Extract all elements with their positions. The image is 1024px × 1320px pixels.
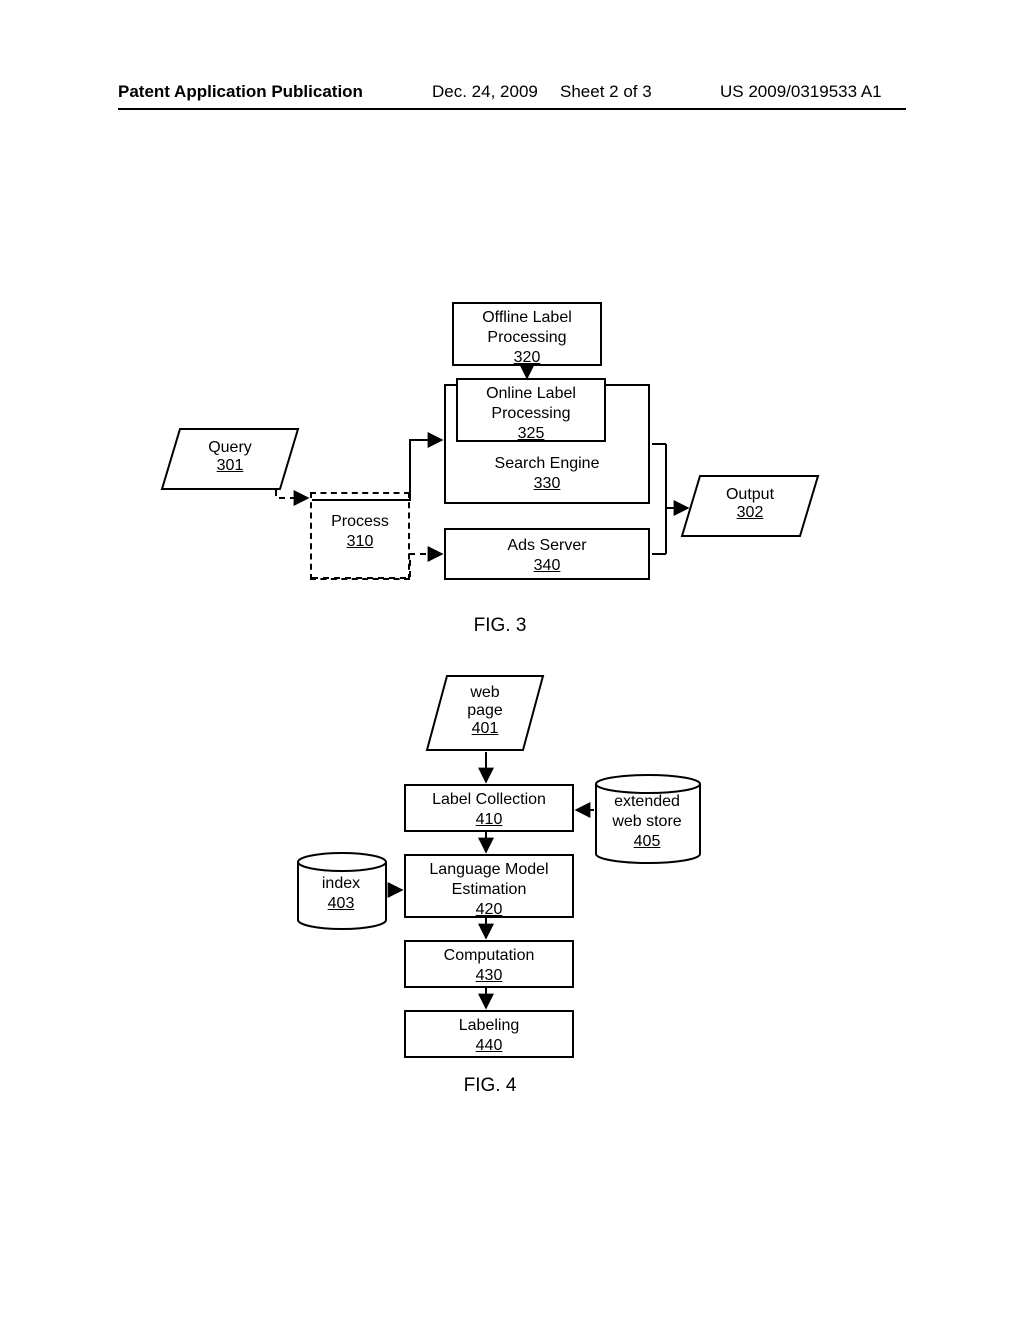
fig4-collect-label: Label Collection (432, 791, 546, 808)
fig3-online-l2: Processing (491, 405, 570, 422)
fig3-engine-ref: 330 (534, 475, 561, 492)
fig3-query-ref: 301 (217, 457, 244, 474)
header-publication: Patent Application Publication (118, 82, 363, 102)
fig3-engine-label: Search Engine (495, 455, 600, 472)
fig3-query-label: Query (208, 439, 252, 456)
fig4-lm-l1: Language Model (429, 861, 548, 878)
fig3-offline-l1: Offline Label (482, 309, 572, 326)
fig4-label-collection: Label Collection 410 (404, 784, 574, 832)
fig4-webstore-l1: extended (614, 793, 680, 810)
fig3-caption: FIG. 3 (400, 615, 600, 637)
fig4-index: index 403 (296, 852, 386, 892)
fig4-computation: Computation 430 (404, 940, 574, 988)
header-docnum: US 2009/0319533 A1 (720, 82, 882, 102)
fig3-offline-ref: 320 (514, 349, 541, 366)
fig3-ads-ref: 340 (534, 557, 561, 574)
fig4-labeling-label: Labeling (459, 1017, 520, 1034)
fig4-index-label: index (322, 875, 360, 892)
fig4-comp-ref: 430 (476, 967, 503, 984)
header-underline (118, 108, 906, 110)
fig3-output-label: Output (726, 486, 774, 503)
connectors (0, 0, 1024, 1320)
fig4-collect-ref: 410 (476, 811, 503, 828)
fig3-output-ref: 302 (737, 504, 764, 521)
fig4-webpage-l2: page (467, 702, 503, 719)
header-date: Dec. 24, 2009 (432, 82, 538, 102)
fig3-query: Query 301 (170, 431, 290, 467)
fig4-webpage-l1: web (470, 684, 499, 701)
fig3-process-ref: 310 (347, 533, 374, 550)
fig3-process-label: Process (331, 513, 389, 530)
fig3-output: Output 302 (690, 478, 810, 514)
fig4-caption: FIG. 4 (390, 1075, 590, 1097)
fig4-labeling: Labeling 440 (404, 1010, 574, 1058)
fig4-index-ref: 403 (328, 895, 355, 912)
fig3-online: Online Label Processing 325 (456, 378, 606, 442)
fig4-webstore: extended web store 405 (594, 774, 700, 834)
fig4-lm-ref: 420 (476, 901, 503, 918)
fig4-webstore-ref: 405 (634, 833, 661, 850)
fig4-webpage-ref: 401 (472, 720, 499, 737)
fig3-process: Process 310 (310, 492, 410, 580)
fig3-online-ref: 325 (518, 425, 545, 442)
fig4-labeling-ref: 440 (476, 1037, 503, 1054)
fig3-ads-label: Ads Server (507, 537, 586, 554)
fig3-offline-l2: Processing (487, 329, 566, 346)
header-sheet: Sheet 2 of 3 (560, 82, 652, 102)
fig4-lm-estimation: Language Model Estimation 420 (404, 854, 574, 918)
fig4-webpage: web page 401 (435, 678, 535, 732)
fig3-online-l1: Online Label (486, 385, 576, 402)
fig4-webstore-l2: web store (612, 813, 681, 830)
fig4-comp-label: Computation (444, 947, 535, 964)
fig3-ads-server: Ads Server 340 (444, 528, 650, 580)
fig4-lm-l2: Estimation (452, 881, 527, 898)
fig3-offline: Offline Label Processing 320 (452, 302, 602, 366)
